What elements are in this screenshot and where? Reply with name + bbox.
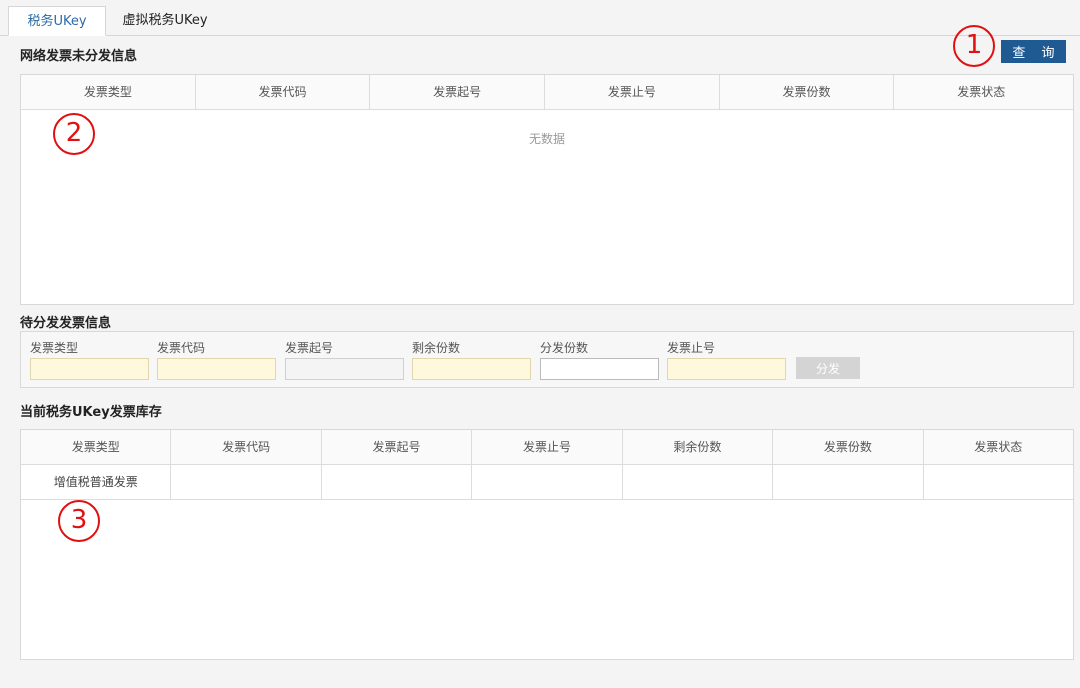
annotation-marker-2: 2	[53, 113, 95, 155]
inventory-table: 发票类型 发票代码 发票起号 发票止号 剩余份数 发票份数 发票状态 增值税普通…	[20, 429, 1074, 660]
section-title-pending-distribution: 待分发发票信息	[20, 316, 112, 331]
field-label-remaining-count: 剩余份数	[412, 341, 461, 355]
column-header[interactable]: 发票代码	[171, 430, 322, 464]
column-header[interactable]: 发票份数	[773, 430, 924, 464]
invoice-type-field[interactable]	[30, 358, 149, 380]
distribution-form: 发票类型 发票代码 发票起号 剩余份数 分发份数 发票止号 分发	[20, 331, 1074, 388]
column-header[interactable]: 发票状态	[894, 75, 1068, 109]
start-number-field[interactable]	[285, 358, 404, 380]
column-header[interactable]: 发票类型	[21, 430, 172, 464]
field-label-distribute-count: 分发份数	[540, 341, 589, 355]
column-header[interactable]: 发票代码	[196, 75, 371, 109]
table-cell	[321, 465, 473, 499]
column-header[interactable]: 发票起号	[322, 430, 473, 464]
distribute-count-field[interactable]	[540, 358, 659, 380]
table-header: 发票类型 发票代码 发票起号 发票止号 剩余份数 发票份数 发票状态	[21, 430, 1073, 465]
column-header[interactable]: 发票份数	[720, 75, 895, 109]
column-header[interactable]: 剩余份数	[623, 430, 774, 464]
section-title-network-unissued: 网络发票未分发信息	[20, 49, 138, 64]
column-header[interactable]: 发票止号	[545, 75, 720, 109]
annotation-marker-3: 3	[58, 500, 100, 542]
field-label-end-number: 发票止号	[667, 341, 716, 355]
annotation-marker-1: 1	[953, 25, 995, 67]
query-button[interactable]: 查 询	[1001, 40, 1066, 63]
column-header[interactable]: 发票止号	[472, 430, 623, 464]
column-header[interactable]: 发票状态	[924, 430, 1073, 464]
column-header[interactable]: 发票起号	[370, 75, 546, 109]
field-label-start-number: 发票起号	[285, 341, 334, 355]
tab-tax-ukey[interactable]: 税务UKey	[8, 6, 106, 36]
invoice-code-field[interactable]	[157, 358, 276, 380]
field-label-invoice-type: 发票类型	[30, 341, 79, 355]
table-header: 发票类型 发票代码 发票起号 发票止号 发票份数 发票状态	[21, 75, 1073, 110]
table-cell	[171, 465, 322, 499]
table-cell	[773, 465, 924, 499]
field-label-invoice-code: 发票代码	[157, 341, 206, 355]
unissued-invoice-table: 发票类型 发票代码 发票起号 发票止号 发票份数 发票状态 无数据	[20, 74, 1074, 305]
table-cell: 增值税普通发票	[21, 465, 172, 499]
remaining-count-field[interactable]	[412, 358, 531, 380]
section-title-current-inventory: 当前税务UKey发票库存	[20, 405, 162, 420]
tab-bar: 税务UKey 虚拟税务UKey	[0, 0, 1080, 36]
column-header[interactable]: 发票类型	[21, 75, 196, 109]
table-cell	[923, 465, 1073, 499]
table-cell	[472, 465, 623, 499]
tab-virtual-tax-ukey[interactable]: 虚拟税务UKey	[110, 6, 220, 36]
table-row[interactable]: 增值税普通发票	[21, 465, 1073, 500]
empty-state-text: 无数据	[528, 132, 565, 146]
distribute-button[interactable]: 分发	[796, 357, 860, 379]
end-number-field[interactable]	[667, 358, 786, 380]
table-cell	[622, 465, 774, 499]
